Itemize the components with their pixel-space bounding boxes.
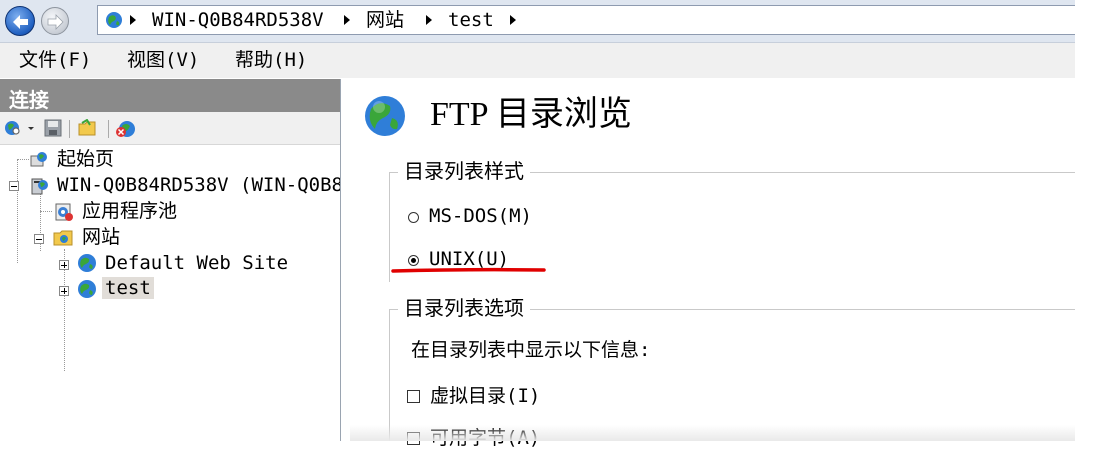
breadcrumb-separator bbox=[510, 15, 516, 25]
save-icon[interactable] bbox=[44, 119, 62, 137]
listing-options-group-title: 目录列表选项 bbox=[398, 296, 530, 320]
expand-toggle[interactable] bbox=[59, 286, 69, 296]
back-button[interactable] bbox=[5, 6, 35, 36]
globe-icon bbox=[78, 254, 96, 272]
address-bar[interactable]: WIN-Q0B84RD538V 网站 test bbox=[97, 5, 1075, 35]
forward-button[interactable] bbox=[41, 7, 69, 35]
tree-line bbox=[17, 159, 18, 263]
annotation-underline bbox=[391, 267, 546, 273]
address-toolbar: WIN-Q0B84RD538V 网站 test bbox=[0, 0, 1075, 43]
checkbox-virtual-dirs[interactable] bbox=[407, 390, 420, 403]
toolbar-divider bbox=[69, 120, 70, 138]
collapse-toggle[interactable] bbox=[34, 234, 44, 244]
tree-line bbox=[40, 211, 52, 212]
toolbar-divider bbox=[108, 120, 109, 138]
folder-icon[interactable] bbox=[78, 119, 100, 137]
listing-options-description: 在目录列表中显示以下信息: bbox=[411, 339, 651, 361]
page-title: FTP 目录浏览 bbox=[430, 96, 632, 133]
tree-item-server[interactable]: WIN-Q0B84RD538V (WIN-Q0B8 bbox=[57, 174, 340, 196]
main-panel: FTP 目录浏览 目录列表样式 MS-DOS(M) UNIX(U) 目录列表选项… bbox=[350, 79, 1075, 449]
listing-style-group-title: 目录列表样式 bbox=[398, 159, 530, 183]
globe-icon bbox=[365, 96, 405, 136]
server-icon bbox=[31, 178, 48, 195]
connect-icon[interactable] bbox=[4, 119, 34, 137]
connections-toolbar bbox=[0, 112, 340, 145]
bottom-fade bbox=[350, 425, 1075, 441]
checkbox-virtual-dirs-label[interactable]: 虚拟目录(I) bbox=[430, 385, 540, 407]
collapse-toggle[interactable] bbox=[9, 181, 19, 191]
tree-item-app-pools[interactable]: 应用程序池 bbox=[82, 200, 177, 222]
tree-item-test-selected[interactable]: test bbox=[102, 277, 154, 299]
breadcrumb-sites[interactable]: 网站 bbox=[366, 9, 404, 31]
window-edge bbox=[1075, 0, 1114, 441]
radio-unix[interactable] bbox=[408, 255, 419, 266]
app-pool-icon bbox=[55, 203, 73, 221]
radio-msdos[interactable] bbox=[408, 212, 419, 223]
menu-view[interactable]: 视图(V) bbox=[127, 49, 199, 71]
radio-msdos-label[interactable]: MS-DOS(M) bbox=[429, 205, 532, 227]
connections-title: 连接 bbox=[9, 88, 49, 112]
breadcrumb-separator bbox=[344, 15, 350, 25]
menu-help[interactable]: 帮助(H) bbox=[235, 49, 307, 71]
tree-line bbox=[17, 159, 29, 160]
disconnect-icon[interactable] bbox=[114, 119, 138, 139]
connections-tree: 起始页 WIN-Q0B84RD538V (WIN-Q0B8 应用程序池 网站 D… bbox=[0, 144, 340, 441]
menu-file[interactable]: 文件(F) bbox=[19, 49, 91, 71]
expand-toggle[interactable] bbox=[59, 260, 69, 270]
connections-panel: 连接 起始页 WIN-Q0B84RD538V (WIN-Q0B8 应用程序池 网… bbox=[0, 79, 341, 441]
sites-folder-icon bbox=[53, 230, 73, 246]
start-page-icon bbox=[30, 152, 47, 167]
tree-item-default-web-site[interactable]: Default Web Site bbox=[105, 252, 288, 274]
globe-icon bbox=[106, 12, 122, 28]
breadcrumb-server[interactable]: WIN-Q0B84RD538V bbox=[152, 9, 324, 31]
tree-item-sites[interactable]: 网站 bbox=[82, 226, 120, 248]
breadcrumb-separator bbox=[426, 15, 432, 25]
back-arrow-icon bbox=[13, 15, 28, 29]
connections-header: 连接 bbox=[0, 79, 340, 112]
breadcrumb-test[interactable]: test bbox=[448, 9, 494, 31]
group-border bbox=[389, 309, 390, 441]
menu-bar: 文件(F) 视图(V) 帮助(H) bbox=[0, 43, 1075, 78]
breadcrumb-separator bbox=[130, 15, 136, 25]
globe-icon bbox=[78, 280, 96, 298]
forward-arrow-icon bbox=[47, 14, 64, 30]
tree-item-start-page[interactable]: 起始页 bbox=[57, 148, 114, 170]
